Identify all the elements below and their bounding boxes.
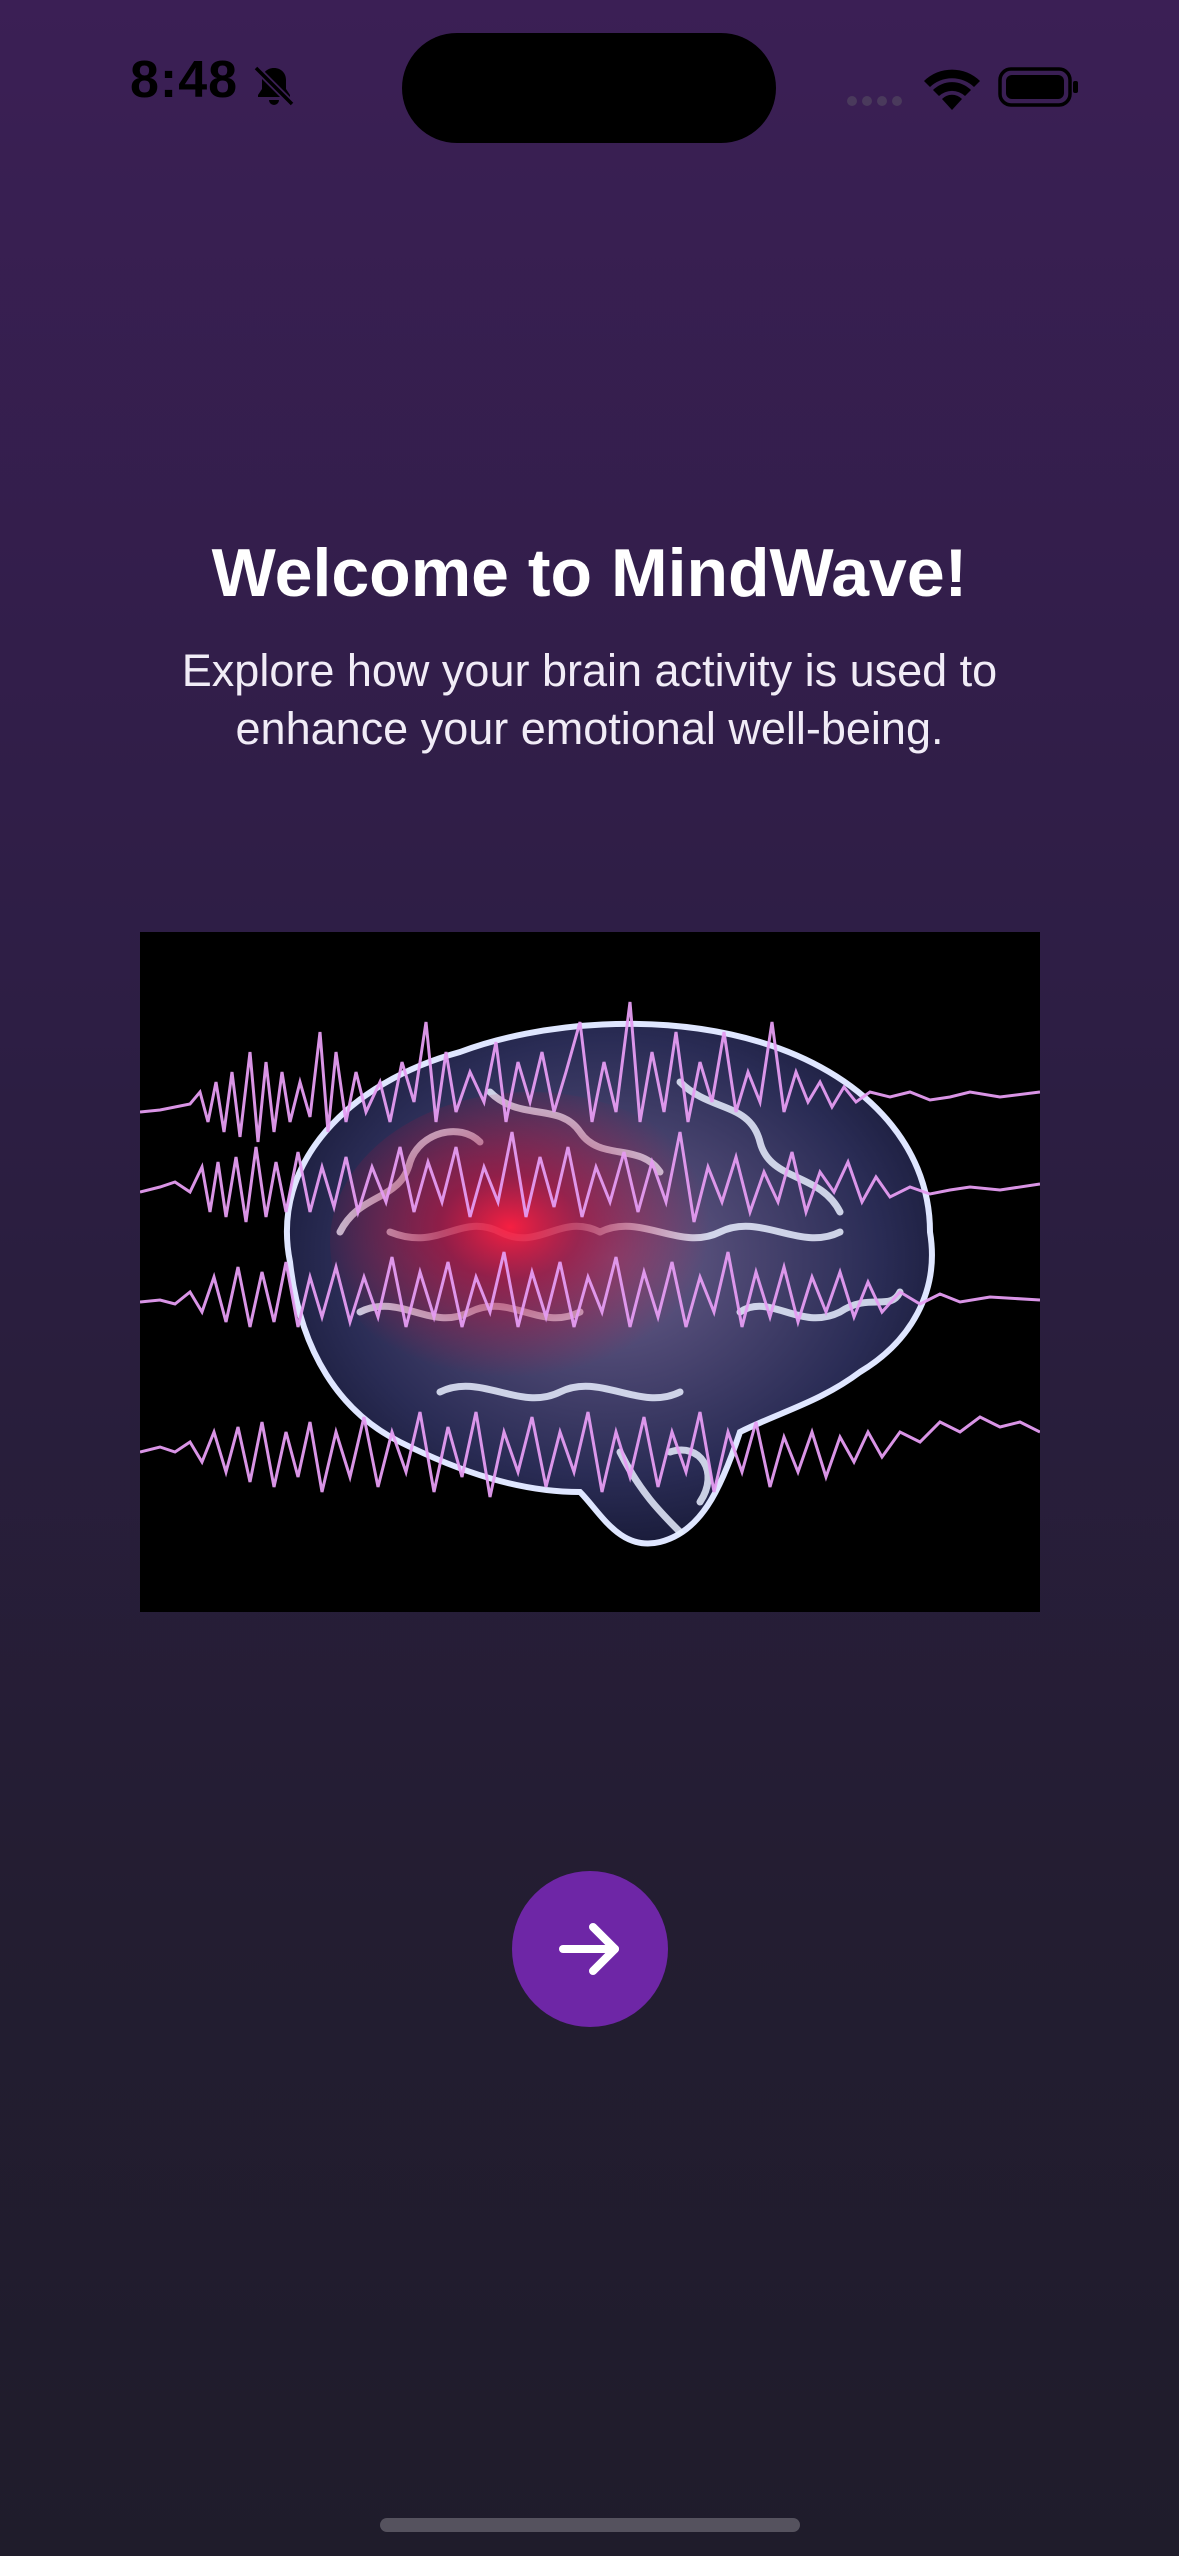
dynamic-island [402,33,776,143]
bell-slash-icon [253,65,295,107]
home-indicator[interactable] [380,2518,800,2532]
welcome-title: Welcome to MindWave! [211,535,968,611]
wifi-icon [924,69,980,110]
arrow-right-icon [559,1923,619,1975]
battery-icon [998,67,1078,107]
brain-eeg-image [140,932,1040,1612]
status-bar: 8:48 [0,0,1179,170]
signal-icon [847,96,902,106]
welcome-subtitle: Explore how your brain activity is used … [181,645,998,754]
status-time: 8:48 [130,51,239,109]
next-button[interactable] [512,1871,668,2027]
